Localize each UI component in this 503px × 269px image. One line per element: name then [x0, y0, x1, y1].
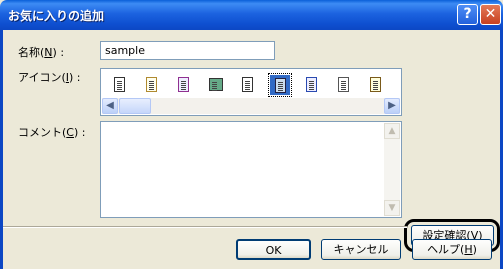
- document-icon[interactable]: [141, 74, 163, 96]
- window-title: お気に入りの追加: [8, 9, 105, 23]
- icon-label: アイコン(I) :: [18, 71, 81, 84]
- document-icon-selected[interactable]: [268, 73, 292, 97]
- edit-document-icon[interactable]: [301, 74, 323, 96]
- image-document-icon[interactable]: [205, 74, 227, 96]
- document-icon[interactable]: [109, 74, 131, 96]
- scroll-down-icon[interactable]: ▼: [384, 200, 400, 216]
- document-icon[interactable]: [365, 74, 387, 96]
- ok-button[interactable]: OK: [236, 239, 311, 260]
- comment-label: コメント(C) :: [18, 126, 86, 139]
- icon-picker[interactable]: ◀ ▶: [100, 68, 402, 116]
- vertical-scrollbar[interactable]: ▲ ▼: [384, 123, 400, 216]
- help-icon[interactable]: ?: [457, 4, 478, 25]
- title-bar[interactable]: お気に入りの追加 ? ✕: [0, 0, 503, 30]
- horizontal-scrollbar[interactable]: ◀ ▶: [102, 98, 400, 114]
- close-icon[interactable]: ✕: [480, 4, 501, 25]
- window-frame-left: [0, 30, 3, 269]
- document-icon[interactable]: [237, 74, 259, 96]
- name-label: 名称(N) :: [18, 46, 65, 59]
- scroll-up-icon[interactable]: ▲: [384, 123, 400, 139]
- text-document-icon[interactable]: [333, 74, 355, 96]
- scroll-left-icon[interactable]: ◀: [102, 98, 118, 114]
- separator: [3, 226, 407, 228]
- name-input[interactable]: sample: [100, 41, 275, 60]
- cancel-button[interactable]: キャンセル: [321, 239, 401, 260]
- scroll-thumb[interactable]: [119, 98, 151, 114]
- help-button[interactable]: ヘルプ(H): [412, 239, 492, 260]
- document-icon[interactable]: [173, 74, 195, 96]
- comment-textarea[interactable]: ▲ ▼: [100, 121, 402, 218]
- scroll-right-icon[interactable]: ▶: [384, 98, 400, 114]
